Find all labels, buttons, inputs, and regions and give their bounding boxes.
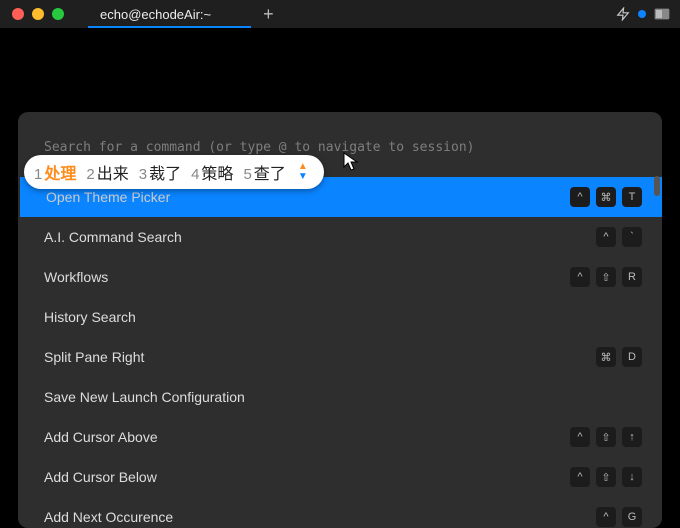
scrollbar-thumb[interactable] — [654, 176, 660, 196]
status-dot-icon — [638, 10, 646, 18]
command-row[interactable]: Add Cursor Below ^ ⇧ ↓ — [18, 457, 662, 497]
shortcut-keys: ^ ⇧ ↑ — [570, 427, 642, 447]
command-label: Add Next Occurence — [44, 509, 173, 525]
key-badge: ⌘ — [596, 347, 616, 367]
shortcut-keys: ^G — [596, 507, 642, 527]
key-badge: ⇧ — [596, 427, 616, 447]
ime-candidate-word: 处理 — [44, 160, 76, 184]
ime-candidate-word: 出来 — [97, 160, 129, 184]
ime-candidate-number: 5 — [243, 166, 251, 183]
key-badge: ^ — [570, 427, 590, 447]
key-badge: ^ — [570, 187, 590, 207]
command-row[interactable]: Add Cursor Above ^ ⇧ ↑ — [18, 417, 662, 457]
command-list: Open Theme Picker ^ ⌘ T A.I. Command Search ^… — [18, 177, 662, 528]
command-row[interactable]: History Search — [18, 297, 662, 337]
key-badge: R — [622, 267, 642, 287]
command-palette: Search for a command (or type @ to navig… — [18, 112, 662, 528]
key-badge: ^ — [570, 267, 590, 287]
ime-candidate-bar[interactable]: 1处理 2出来 3裁了 4策略 5查了 ▲▼ — [24, 155, 324, 189]
shortcut-keys: ^ ⇧ ↓ — [570, 467, 642, 487]
titlebar-right-icons — [616, 7, 670, 21]
command-row[interactable]: Split Pane Right⌘D — [18, 337, 662, 377]
command-row[interactable]: Workflows ^ ⇧ R — [18, 257, 662, 297]
command-row[interactable]: Add Next Occurence^G — [18, 497, 662, 528]
ime-candidate[interactable]: 2出来 — [86, 160, 128, 184]
panels-icon[interactable] — [654, 7, 670, 21]
key-badge: ↓ — [622, 467, 642, 487]
ime-candidate[interactable]: 3裁了 — [139, 160, 181, 184]
key-badge: ⇧ — [596, 267, 616, 287]
command-label: History Search — [44, 309, 136, 325]
key-badge: ⇧ — [596, 467, 616, 487]
minimize-window-button[interactable] — [32, 8, 44, 20]
shortcut-keys: ^` — [596, 227, 642, 247]
titlebar: echo@echodeAir:~ + — [0, 0, 680, 28]
maximize-window-button[interactable] — [52, 8, 64, 20]
shortcut-keys: ^ ⌘ T — [570, 187, 642, 207]
key-badge: D — [622, 347, 642, 367]
search-input[interactable]: Search for a command (or type @ to navig… — [44, 140, 474, 155]
ime-candidate[interactable]: 5查了 — [243, 160, 285, 184]
key-badge: ` — [622, 227, 642, 247]
tab-strip: echo@echodeAir:~ + — [88, 0, 286, 28]
close-window-button[interactable] — [12, 8, 24, 20]
bolt-icon[interactable] — [616, 7, 630, 21]
key-badge: ⌘ — [596, 187, 616, 207]
key-badge: ↑ — [622, 427, 642, 447]
shortcut-keys: ⌘D — [596, 347, 642, 367]
tab-terminal[interactable]: echo@echodeAir:~ — [88, 0, 251, 28]
ime-candidate-number: 2 — [86, 166, 94, 183]
command-row[interactable]: A.I. Command Search^` — [18, 217, 662, 257]
ime-candidate-number: 4 — [191, 166, 199, 183]
key-badge: ^ — [596, 507, 616, 527]
ime-candidate-word: 裁了 — [149, 160, 181, 184]
key-badge: ^ — [596, 227, 616, 247]
ime-candidate[interactable]: 1处理 — [34, 160, 76, 184]
window-controls — [0, 8, 64, 20]
key-badge: T — [622, 187, 642, 207]
command-label: A.I. Command Search — [44, 229, 182, 245]
command-label: Save New Launch Configuration — [44, 389, 245, 405]
ime-candidate-number: 3 — [139, 166, 147, 183]
shortcut-keys: ^ ⇧ R — [570, 267, 642, 287]
tab-title: echo@echodeAir:~ — [100, 7, 211, 22]
cursor-icon — [343, 152, 359, 177]
ime-candidate[interactable]: 4策略 — [191, 160, 233, 184]
command-label: Split Pane Right — [44, 349, 144, 365]
ime-candidate-word: 策略 — [201, 160, 233, 184]
command-label: Workflows — [44, 269, 108, 285]
command-label: Add Cursor Above — [44, 429, 158, 445]
key-badge: ^ — [570, 467, 590, 487]
ime-candidate-word: 查了 — [254, 160, 286, 184]
command-row[interactable]: Save New Launch Configuration — [18, 377, 662, 417]
ime-paging-icon[interactable]: ▲▼ — [296, 162, 310, 182]
new-tab-button[interactable]: + — [251, 4, 286, 25]
command-label: Add Cursor Below — [44, 469, 157, 485]
ime-candidate-number: 1 — [34, 166, 42, 183]
key-badge: G — [622, 507, 642, 527]
command-label: Open Theme Picker — [46, 189, 170, 205]
